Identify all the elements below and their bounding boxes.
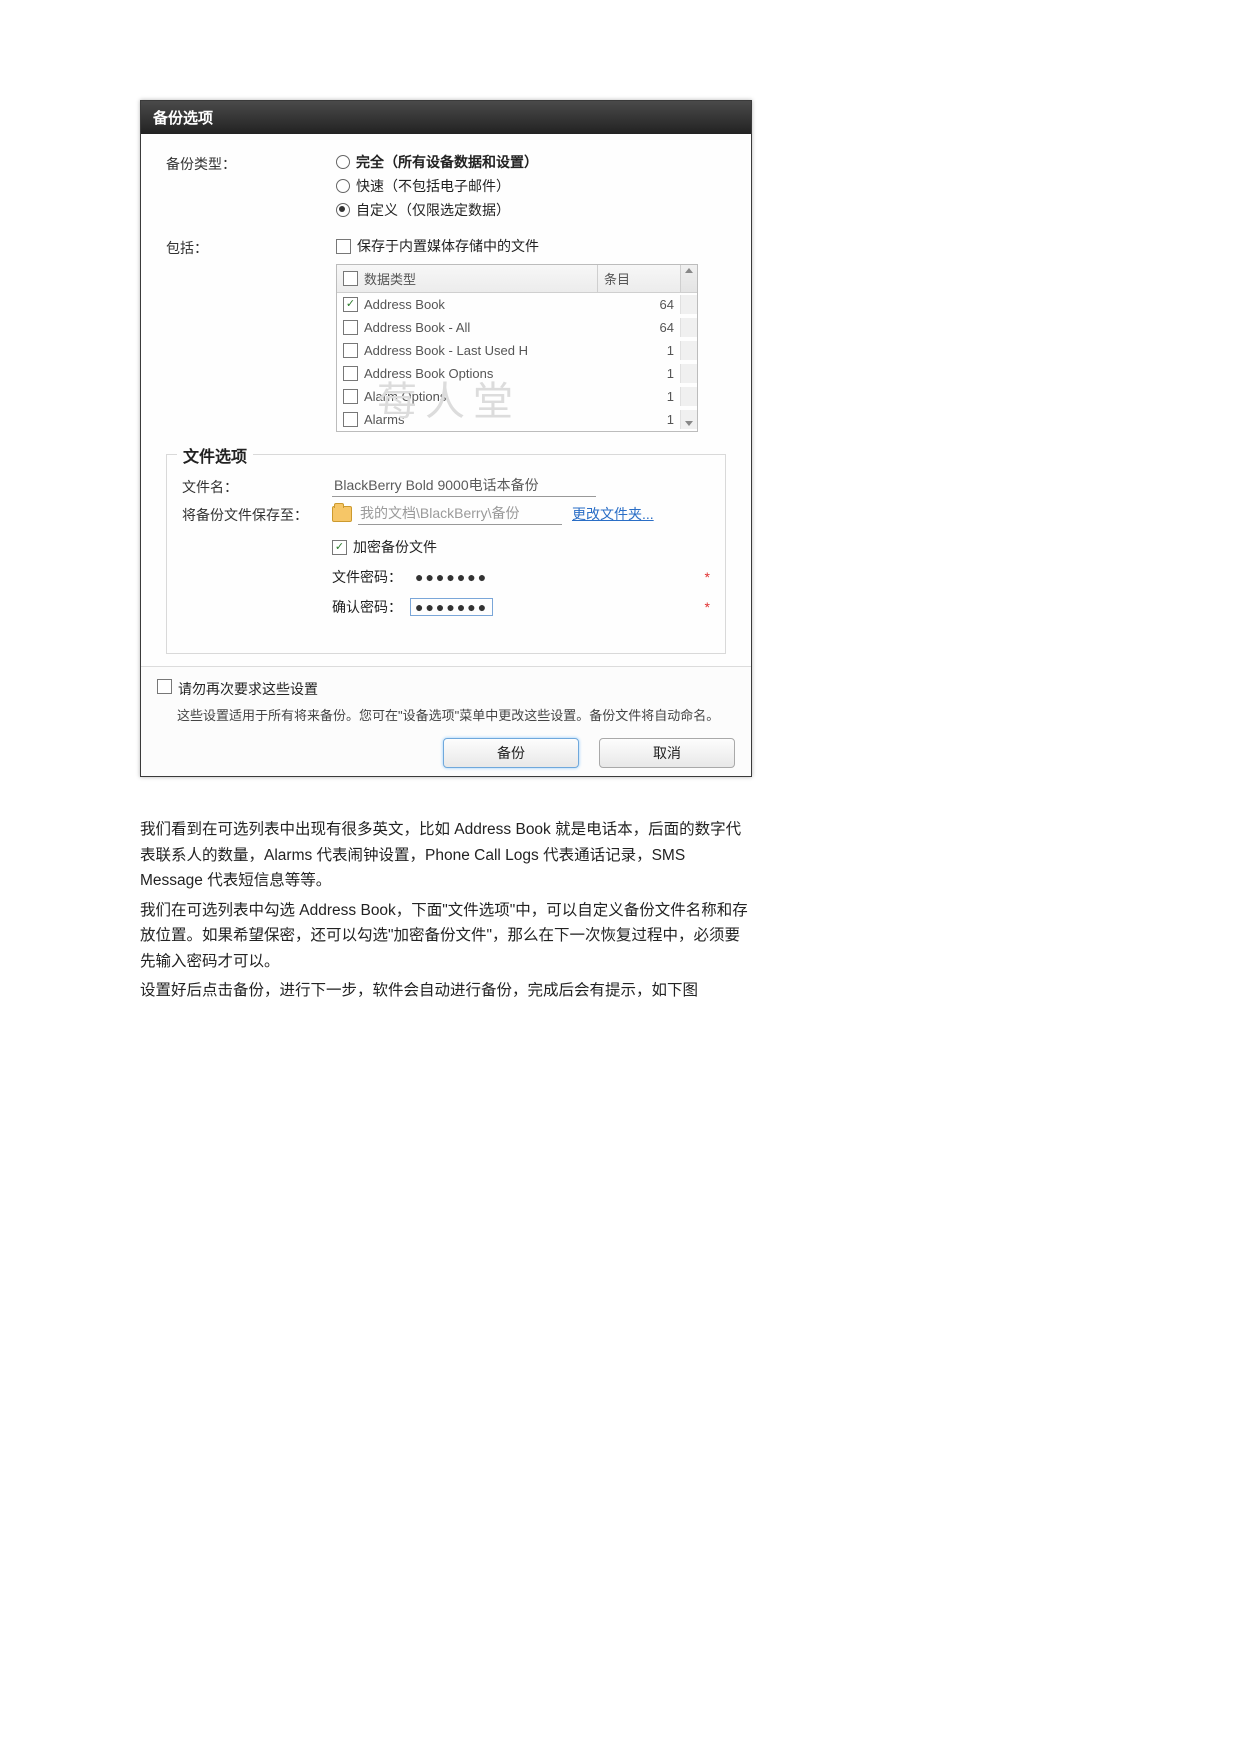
- required-mark: *: [705, 569, 710, 585]
- backup-button[interactable]: 备份: [443, 738, 579, 768]
- radio-icon: [336, 203, 350, 217]
- row-count: 1: [598, 364, 680, 383]
- paragraph: 我们在可选列表中勾选 Address Book，下面"文件选项"中，可以自定义备…: [140, 898, 750, 975]
- checkbox-icon: [157, 679, 172, 694]
- row-name: Address Book Options: [364, 366, 493, 381]
- no-ask-checkbox[interactable]: 请勿再次要求这些设置: [157, 679, 735, 699]
- checkbox-icon: ✓: [332, 540, 347, 555]
- encrypt-label: 加密备份文件: [353, 537, 437, 557]
- include-media-checkbox[interactable]: 保存于内置媒体存储中的文件: [336, 236, 726, 256]
- no-ask-hint: 这些设置适用于所有将来备份。您可在"设备选项"菜单中更改这些设置。备份文件将自动…: [177, 705, 735, 724]
- row-count: 64: [598, 295, 680, 314]
- folder-icon: [332, 506, 352, 522]
- radio-full-label: 完全（所有设备数据和设置）: [356, 154, 538, 170]
- scrollbar-track[interactable]: [680, 318, 697, 337]
- checkbox-icon: [343, 389, 358, 404]
- scrollbar-track[interactable]: [680, 387, 697, 406]
- chevron-down-icon: [685, 421, 693, 426]
- include-label: 包括：: [166, 236, 336, 258]
- radio-quick[interactable]: 快速（不包括电子邮件）: [336, 176, 726, 196]
- saveto-path: 我的文档\BlackBerry\备份: [358, 503, 562, 525]
- checkbox-icon: ✓: [343, 297, 358, 312]
- row-name: Address Book - Last Used H: [364, 343, 528, 358]
- row-name: Address Book - All: [364, 320, 470, 335]
- checkbox-icon: [336, 239, 351, 254]
- change-folder-link[interactable]: 更改文件夹...: [572, 504, 654, 524]
- include-media-label: 保存于内置媒体存储中的文件: [357, 236, 539, 256]
- checkbox-icon: [343, 412, 358, 427]
- scrollbar-track[interactable]: [680, 341, 697, 360]
- grid-header-select-all[interactable]: 数据类型: [337, 265, 598, 292]
- row-count: 1: [598, 341, 680, 360]
- radio-full[interactable]: 完全（所有设备数据和设置）: [336, 152, 726, 172]
- radio-custom[interactable]: 自定义（仅限选定数据）: [336, 200, 726, 220]
- paragraph: 我们看到在可选列表中出现有很多英文，比如 Address Book 就是电话本，…: [140, 817, 750, 894]
- radio-quick-label: 快速（不包括电子邮件）: [356, 176, 510, 196]
- row-count: 1: [598, 410, 680, 429]
- checkbox-icon: [343, 366, 358, 381]
- data-type-grid: 数据类型 条目 ✓Address Book64Address Book - Al…: [336, 264, 698, 432]
- chevron-up-icon: [685, 268, 693, 273]
- row-name: Address Book: [364, 297, 445, 312]
- encrypt-checkbox[interactable]: ✓ 加密备份文件: [332, 537, 710, 557]
- dialog-title: 备份选项: [141, 101, 751, 134]
- row-count: 64: [598, 318, 680, 337]
- paragraph: 设置好后点击备份，进行下一步，软件会自动进行备份，完成后会有提示，如下图: [140, 978, 750, 1004]
- table-row[interactable]: ✓ Address Book 64: [337, 293, 697, 316]
- scrollbar-track[interactable]: [680, 364, 697, 383]
- radio-custom-label: 自定义（仅限选定数据）: [356, 200, 510, 220]
- scrollbar-track[interactable]: [680, 410, 697, 429]
- table-row[interactable]: Alarm Options 1: [337, 385, 697, 408]
- scroll-up-button[interactable]: [681, 265, 697, 292]
- checkbox-icon: [343, 320, 358, 335]
- row-name: Alarm Options: [364, 389, 446, 404]
- table-row[interactable]: Address Book - Last Used H 1: [337, 339, 697, 362]
- backup-options-dialog: 备份选项 备份类型： 完全（所有设备数据和设置） 快速（不包括电子邮件）: [140, 100, 752, 777]
- row-name: Alarms: [364, 412, 404, 427]
- table-row[interactable]: Address Book Options 1: [337, 362, 697, 385]
- grid-header-count: 条目: [598, 265, 681, 292]
- radio-icon: [336, 155, 350, 169]
- document-body: 我们看到在可选列表中出现有很多英文，比如 Address Book 就是电话本，…: [140, 817, 750, 1004]
- cancel-button[interactable]: 取消: [599, 738, 735, 768]
- file-options-legend: 文件选项: [177, 443, 253, 467]
- no-ask-label: 请勿再次要求这些设置: [178, 679, 318, 699]
- confirm-password-label: 确认密码：: [332, 597, 402, 617]
- password-input[interactable]: ●●●●●●●: [410, 568, 493, 586]
- grid-header-name: 数据类型: [364, 269, 416, 288]
- backup-type-label: 备份类型：: [166, 152, 336, 174]
- radio-icon: [336, 179, 350, 193]
- table-row[interactable]: Alarms 1: [337, 408, 697, 431]
- checkbox-icon: [343, 343, 358, 358]
- checkbox-icon: [343, 271, 358, 286]
- table-row[interactable]: Address Book - All 64: [337, 316, 697, 339]
- password-label: 文件密码：: [332, 567, 402, 587]
- row-count: 1: [598, 387, 680, 406]
- scrollbar-track[interactable]: [680, 295, 697, 314]
- file-options-section: 文件选项 文件名： BlackBerry Bold 9000电话本备份 将备份文…: [166, 454, 726, 654]
- required-mark: *: [705, 599, 710, 615]
- filename-label: 文件名：: [182, 475, 332, 497]
- saveto-label: 将备份文件保存至：: [182, 503, 332, 525]
- confirm-password-input[interactable]: ●●●●●●●: [410, 598, 493, 616]
- filename-input[interactable]: BlackBerry Bold 9000电话本备份: [332, 475, 596, 497]
